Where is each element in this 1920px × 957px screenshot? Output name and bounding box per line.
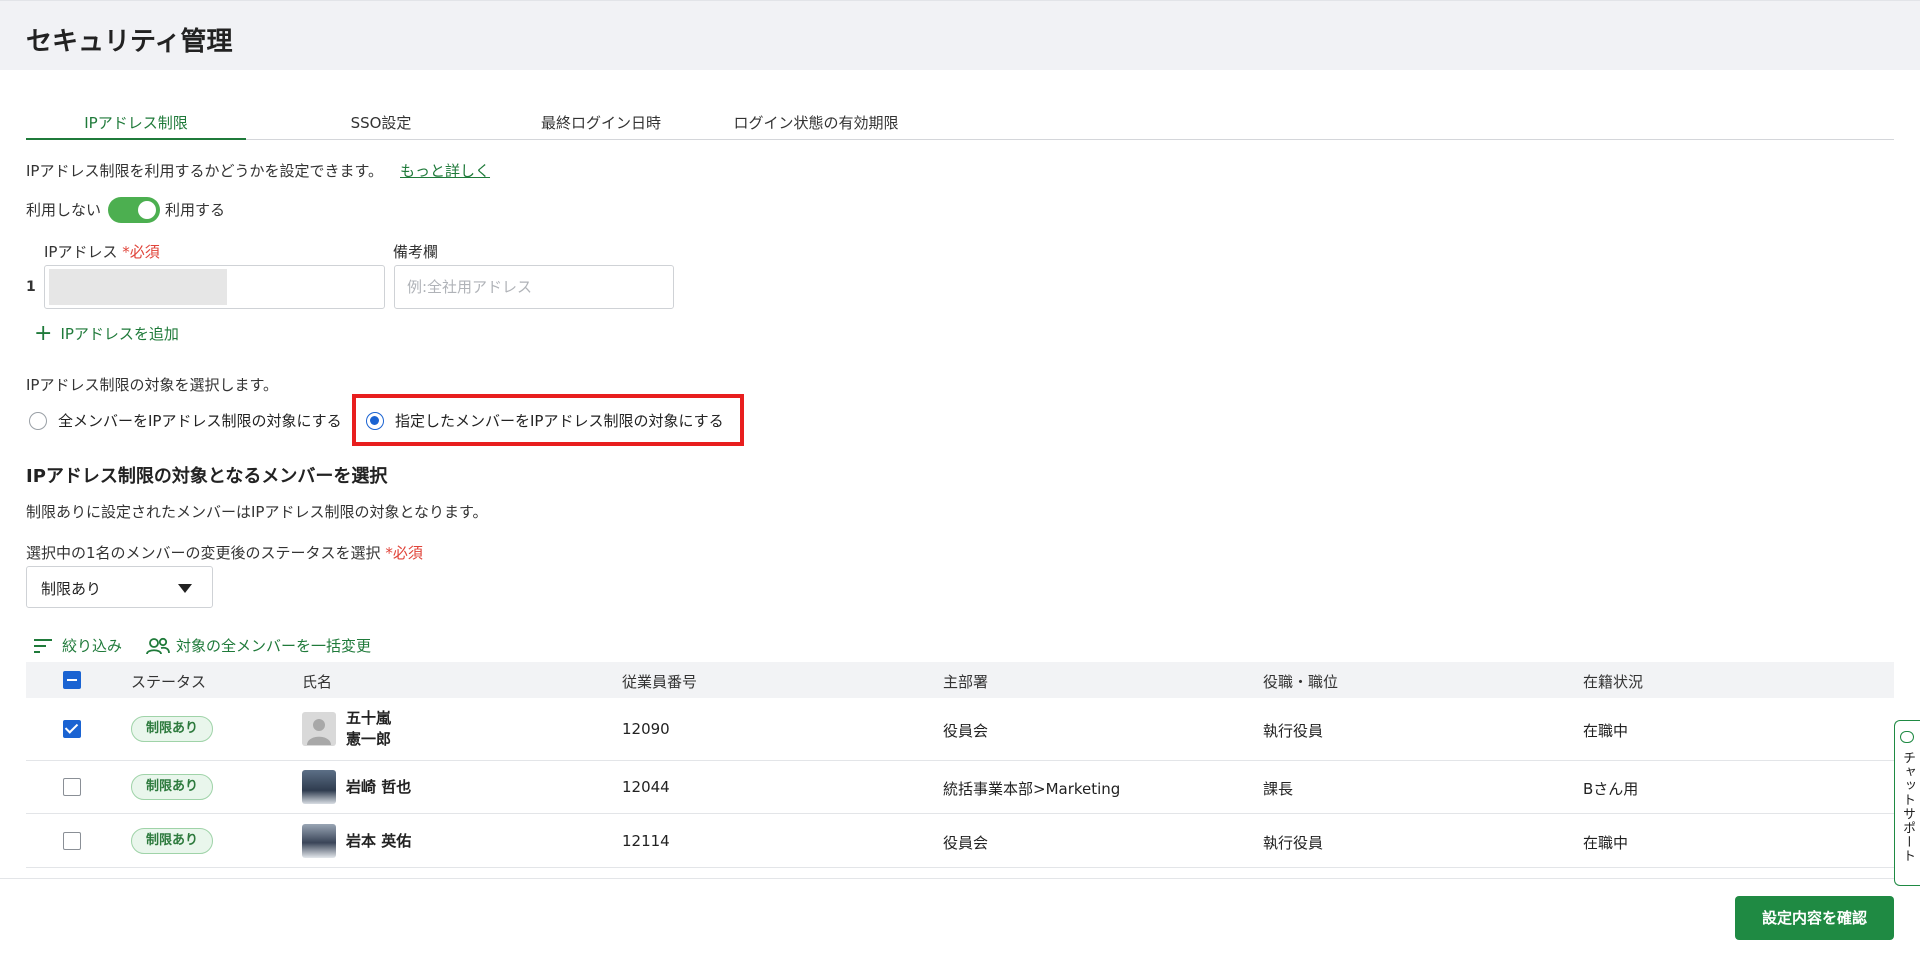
table-toolbar: 絞り込み 対象の全メンバーを一括変更 (34, 635, 371, 656)
ip-restriction-description: IPアドレス制限を利用するかどうかを設定できます。 (26, 162, 383, 180)
position: 執行役員 (1263, 722, 1324, 740)
radio-selected-members[interactable]: 指定したメンバーをIPアドレス制限の対象にする (366, 410, 724, 431)
ip-address-label: IPアドレス *必須 (44, 241, 160, 262)
column-header-department: 主部署 (943, 673, 989, 691)
bulk-change-label: 対象の全メンバーを一括変更 (176, 637, 372, 655)
status-badge: 制限あり (131, 774, 214, 800)
redacted-ip-value (49, 269, 227, 305)
radio-circle-checked (366, 411, 384, 430)
tab-login-expiry[interactable]: ログイン状態の有効期限 (706, 110, 926, 140)
employment-status: 在職中 (1583, 722, 1629, 740)
select-all-checkbox[interactable] (63, 671, 81, 689)
chat-icon (1900, 731, 1914, 743)
radio-all-members-label: 全メンバーをIPアドレス制限の対象にする (58, 412, 342, 430)
status-select-label-text: 選択中の1名のメンバーの変更後のステータスを選択 (26, 544, 381, 562)
status-badge: 制限あり (131, 828, 214, 854)
row-checkbox[interactable] (63, 832, 81, 850)
avatar (302, 770, 336, 804)
avatar (302, 712, 336, 746)
status-badge: 制限あり (131, 716, 214, 742)
radio-selected-members-label: 指定したメンバーをIPアドレス制限の対象にする (395, 412, 724, 430)
member-name: 岩崎 哲也 (346, 778, 412, 796)
status-select-label: 選択中の1名のメンバーの変更後のステータスを選択 *必須 (26, 542, 423, 563)
target-description: IPアドレス制限の対象を選択します。 (26, 376, 278, 394)
table-row[interactable]: 制限あり 岩本 英佑 12114 役員会 執行役員 在職中 (26, 814, 1894, 868)
department: 役員会 (943, 834, 989, 852)
chat-support-label: チャットサポート (1900, 751, 1915, 863)
chat-support-tab[interactable]: チャットサポート (1894, 720, 1920, 886)
plus-icon: + (34, 320, 53, 346)
members-section-title: IPアドレス制限の対象となるメンバーを選択 (26, 466, 388, 487)
footer-bar (0, 878, 1920, 957)
table-row[interactable]: 制限あり 五十嵐 憲一郎 12090 役員会 執行役員 在職中 (26, 698, 1894, 761)
filter-icon (34, 638, 52, 653)
table-row[interactable]: 制限あり 岩崎 哲也 12044 統括事業本部>Marketing 課長 Bさん… (26, 761, 1894, 814)
status-select[interactable]: 制限あり (26, 566, 213, 608)
employment-status: Bさん用 (1583, 780, 1639, 798)
employee-number: 12044 (622, 778, 670, 796)
employment-status: 在職中 (1583, 834, 1629, 852)
caret-down-icon (178, 584, 192, 593)
ip-address-label-text: IPアドレス (44, 243, 118, 261)
tab-bar: IPアドレス制限 SSO設定 最終ログイン日時 ログイン状態の有効期限 (26, 110, 1894, 140)
bulk-change-button[interactable]: 対象の全メンバーを一括変更 (146, 635, 371, 656)
toggle-off-label: 利用しない (26, 201, 102, 219)
ip-row-number: 1 (26, 279, 36, 295)
add-ip-button[interactable]: + IPアドレスを追加 (34, 320, 179, 346)
add-ip-label: IPアドレスを追加 (60, 325, 179, 343)
status-select-value: 制限あり (41, 580, 102, 598)
ip-address-input[interactable] (44, 265, 385, 309)
memo-input[interactable] (394, 265, 674, 309)
member-name: 岩本 英佑 (346, 832, 412, 850)
filter-label: 絞り込み (62, 637, 123, 655)
radio-circle (29, 411, 47, 430)
column-header-position: 役職・職位 (1263, 673, 1339, 691)
group-icon (146, 637, 170, 655)
position: 執行役員 (1263, 834, 1324, 852)
more-details-link[interactable]: もっと詳しく (400, 160, 490, 181)
tab-last-login[interactable]: 最終ログイン日時 (496, 110, 706, 140)
toggle-knob (138, 201, 156, 219)
column-header-name: 氏名 (302, 673, 333, 691)
table-header: ステータス 氏名 従業員番号 主部署 役職・職位 在籍状況 (26, 662, 1894, 698)
page-title: セキュリティ管理 (26, 27, 233, 57)
filter-button[interactable]: 絞り込み (34, 635, 122, 656)
employee-number: 12090 (622, 720, 670, 738)
column-header-employee-no: 従業員番号 (622, 673, 698, 691)
department: 統括事業本部>Marketing (943, 780, 1121, 798)
avatar (302, 824, 336, 858)
required-mark: *必須 (122, 243, 160, 261)
position: 課長 (1263, 780, 1294, 798)
required-mark: *必須 (385, 544, 423, 562)
page-header: セキュリティ管理 (0, 0, 1920, 70)
ip-restriction-toggle[interactable] (108, 197, 160, 223)
members-table: ステータス 氏名 従業員番号 主部署 役職・職位 在籍状況 制限あり 五十嵐 憲… (26, 662, 1894, 868)
row-checkbox[interactable] (63, 720, 81, 738)
column-header-employment: 在籍状況 (1583, 673, 1644, 691)
column-header-status: ステータス (131, 673, 207, 691)
tab-ip-restriction[interactable]: IPアドレス制限 (26, 110, 246, 140)
member-name: 五十嵐 憲一郎 (346, 708, 391, 750)
radio-all-members[interactable]: 全メンバーをIPアドレス制限の対象にする (29, 410, 342, 431)
toggle-on-label: 利用する (165, 201, 226, 219)
members-section-description: 制限ありに設定されたメンバーはIPアドレス制限の対象となります。 (26, 503, 488, 521)
tab-sso-settings[interactable]: SSO設定 (306, 110, 456, 140)
department: 役員会 (943, 722, 989, 740)
confirm-settings-button[interactable]: 設定内容を確認 (1735, 896, 1894, 940)
member-name-line2: 憲一郎 (346, 730, 392, 748)
row-checkbox[interactable] (63, 778, 81, 796)
employee-number: 12114 (622, 832, 670, 850)
member-name-line1: 五十嵐 (346, 709, 392, 727)
memo-label: 備考欄 (393, 243, 439, 261)
